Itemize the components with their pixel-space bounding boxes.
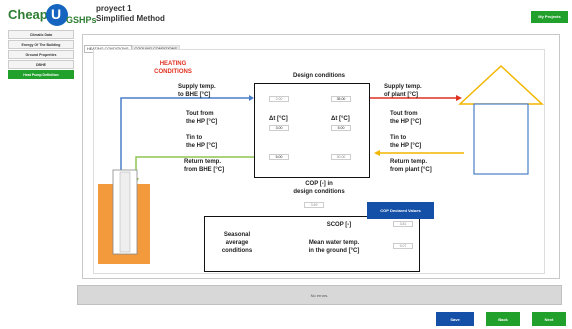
tab-bar: HEATING CONDITIONSCOOLING CONDITIONS: [84, 37, 180, 53]
sidebar-item-heat-pump-definition[interactable]: Heat Pump Definition: [8, 70, 74, 79]
app-logo: Cheap GSHPs: [8, 3, 97, 31]
seasonal-conditions-label: Seasonal average conditions: [221, 232, 253, 254]
house-roof: [458, 64, 544, 105]
scop-label: SCOP [-]: [326, 222, 352, 228]
cop-declared-values-button[interactable]: COP Declared Values: [367, 202, 434, 219]
return-bhe-input[interactable]: [269, 154, 289, 160]
sidebar-item-energy-building[interactable]: Energy Of The Building: [8, 40, 74, 49]
supply-plant-label: Supply temp. of plant [°C]: [384, 84, 422, 98]
status-bar: No errors.: [77, 285, 562, 305]
supply-plant-arrowhead: [456, 95, 462, 101]
dt-right-input[interactable]: [331, 125, 351, 131]
save-button[interactable]: Save: [436, 312, 474, 326]
logo-mark-icon: [46, 4, 68, 26]
scop-input[interactable]: [393, 221, 413, 227]
mean-temp-label: Mean water temp. in the ground [°C]: [308, 240, 360, 254]
project-name: proyect 1: [96, 4, 132, 13]
sidebar: Climatic Data Energy Of The Building Gro…: [8, 30, 74, 80]
sidebar-item-climatic-data[interactable]: Climatic Data: [8, 30, 74, 39]
supply-bhe-label: Supply temp. to BHE [°C]: [178, 84, 216, 98]
my-projects-button[interactable]: My Projects: [531, 11, 568, 23]
seasonal-box: Seasonal average conditions SCOP [-] Mea…: [204, 216, 420, 272]
project-header: proyect 1 Simplified Method: [96, 4, 165, 24]
heating-conditions-heading: HEATING CONDITIONS: [154, 61, 192, 75]
dt-right-label: Δt [°C]: [331, 116, 350, 122]
cop-design-label: COP [-] in design conditions: [293, 181, 345, 195]
method-name: Simplified Method: [96, 14, 165, 23]
heating-diagram: HEATING CONDITIONS Design conditions Sup…: [93, 49, 545, 274]
supply-bhe-input[interactable]: [269, 96, 289, 102]
tin-hp-left-label: Tin to the HP [°C]: [186, 135, 218, 149]
main-panel: HEATING CONDITIONSCOOLING CONDITIONS HEA: [82, 34, 560, 279]
dt-left-input[interactable]: [269, 125, 289, 131]
mean-temp-input[interactable]: [393, 243, 413, 249]
house-body: [473, 103, 529, 175]
return-plant-input[interactable]: [331, 154, 351, 160]
sidebar-item-ground-properties[interactable]: Ground Properties: [8, 50, 74, 59]
return-plant-arrowhead: [374, 150, 380, 156]
next-button[interactable]: Next: [532, 312, 566, 326]
tin-hp-right-label: Tin to the HP [°C]: [390, 135, 422, 149]
sidebar-item-dbhe[interactable]: DBHE: [8, 60, 74, 69]
logo-text-cheap: Cheap: [8, 7, 48, 22]
logo-text-gshps: GSHPs: [66, 15, 97, 25]
return-plant-label: Return temp. from plant [°C]: [390, 159, 432, 173]
back-button[interactable]: Back: [486, 312, 520, 326]
borehole-pipe: [119, 171, 131, 253]
design-conditions-title: Design conditions: [292, 73, 345, 79]
tout-hp-left-label: Tout from the HP [°C]: [186, 111, 218, 125]
return-bhe-label: Return temp. from BHE [°C]: [184, 159, 225, 173]
supply-plant-input[interactable]: [331, 96, 351, 102]
dt-left-label: Δt [°C]: [269, 116, 288, 122]
cop-design-input[interactable]: [304, 202, 324, 208]
tout-hp-right-label: Tout from the HP [°C]: [390, 111, 422, 125]
heat-pump-box: Δt [°C] Δt [°C]: [254, 83, 370, 178]
